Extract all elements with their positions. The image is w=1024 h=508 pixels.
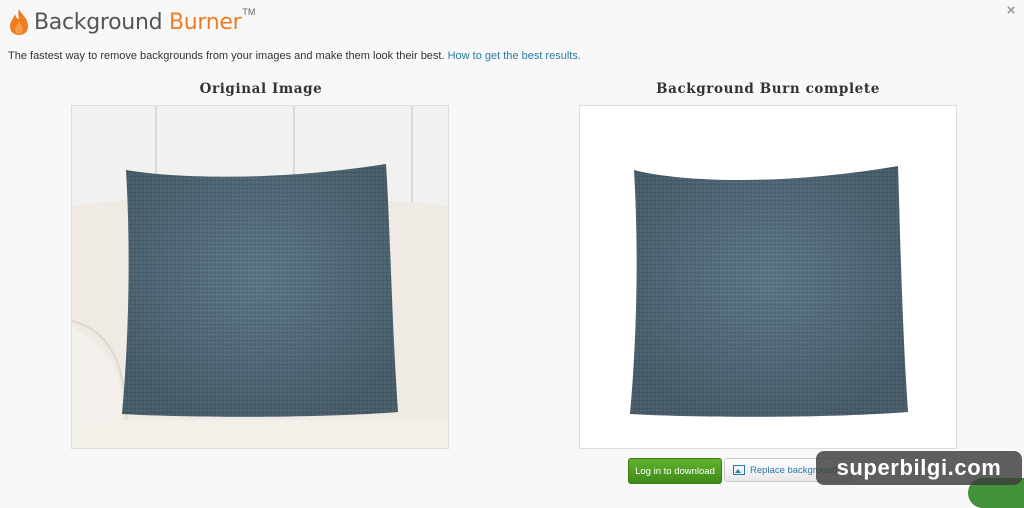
brand-word-background: Background [34,9,163,35]
original-image [71,105,449,449]
result-image-title: Background Burn complete [656,81,880,97]
result-image [579,105,957,449]
trademark: TM [242,7,256,17]
intro-description: The fastest way to remove backgrounds fr… [8,50,448,62]
original-image-title: Original Image [199,81,323,97]
login-to-download-button[interactable]: Log in to download [628,458,722,484]
app-logo: Background Burner TM [8,5,255,39]
image-icon [733,465,745,475]
brand-word-burner: Burner [162,9,242,35]
close-icon[interactable]: × [1004,3,1018,18]
watermark: superbilgi.com [816,451,1022,485]
best-results-link[interactable]: How to get the best results. [448,50,581,62]
brand-name: Background Burner [34,9,242,35]
flame-icon [10,9,28,35]
intro-text: The fastest way to remove backgrounds fr… [8,50,581,62]
